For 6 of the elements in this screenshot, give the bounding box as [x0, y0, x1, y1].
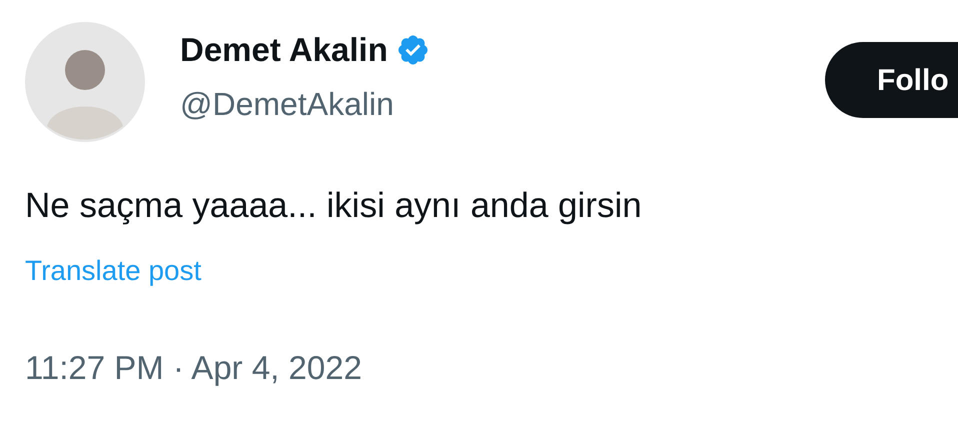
author-handle[interactable]: @DemetAkalin	[180, 84, 430, 124]
author-name: Demet Akalin	[180, 30, 388, 70]
post-text: Ne saçma yaaaa... ikisi aynı anda girsin	[25, 185, 642, 227]
avatar-icon	[25, 22, 145, 142]
follow-button[interactable]: Follo	[825, 42, 958, 118]
post-timestamp[interactable]: 11:27 PM · Apr 4, 2022	[25, 348, 362, 388]
